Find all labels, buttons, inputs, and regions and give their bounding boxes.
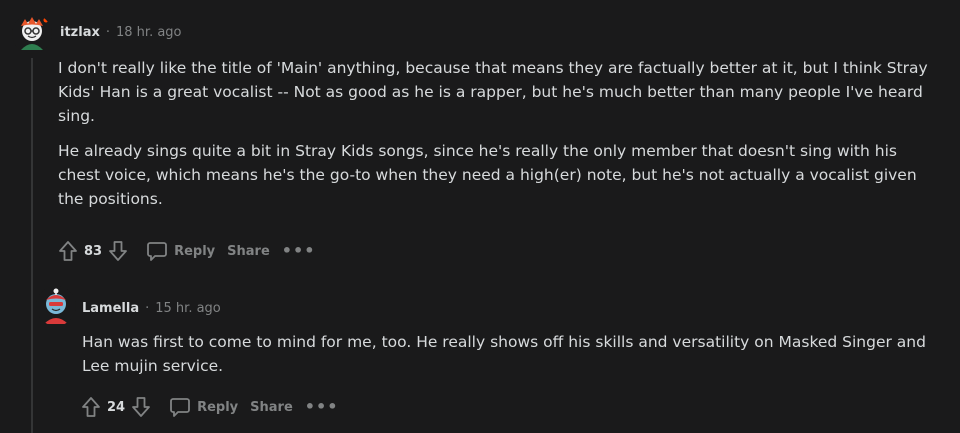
comment-paragraph: Han was first to come to mind for me, to… <box>82 333 926 375</box>
comment-bubble-icon <box>147 242 167 261</box>
meta-separator: · <box>105 25 110 40</box>
avatar-lamella[interactable] <box>36 286 76 326</box>
more-options-button[interactable]: ••• <box>299 399 345 415</box>
downvote-arrow-icon <box>109 241 127 261</box>
comment-thread: itzlax · 18 hr. ago I don't really like … <box>0 0 960 433</box>
meta-separator: · <box>145 301 150 316</box>
more-options-button[interactable]: ••• <box>276 243 322 259</box>
upvote-button[interactable] <box>79 394 103 420</box>
comment-actions: 83 Reply Share ••• <box>56 237 321 265</box>
reply-button[interactable]: Reply <box>163 392 244 422</box>
share-button[interactable]: Share <box>244 396 299 419</box>
comment-actions: 24 Reply Share ••• <box>79 393 344 421</box>
comment-paragraph: I don't really like the title of 'Main' … <box>58 59 928 125</box>
share-label: Share <box>250 399 293 415</box>
avatar-itzlax[interactable] <box>12 14 52 54</box>
thread-line[interactable] <box>31 58 33 433</box>
share-label: Share <box>227 243 270 259</box>
reply-button[interactable]: Reply <box>140 236 221 266</box>
upvote-arrow-icon <box>82 397 100 417</box>
downvote-button[interactable] <box>106 238 130 264</box>
comment-body: Han was first to come to mind for me, to… <box>82 330 942 378</box>
comment-meta: itzlax · 18 hr. ago <box>60 25 182 40</box>
reply-label: Reply <box>197 399 239 415</box>
vote-count: 83 <box>84 243 103 259</box>
comment-paragraph: He already sings quite a bit in Stray Ki… <box>58 142 917 208</box>
username[interactable]: Lamella <box>82 301 139 316</box>
downvote-arrow-icon <box>132 397 150 417</box>
downvote-button[interactable] <box>129 394 153 420</box>
share-button[interactable]: Share <box>221 240 276 263</box>
upvote-arrow-icon <box>59 241 77 261</box>
comment-bubble-icon <box>170 398 190 417</box>
vote-count: 24 <box>107 399 126 415</box>
comment-body: I don't really like the title of 'Main' … <box>58 56 938 211</box>
upvote-button[interactable] <box>56 238 80 264</box>
snoo-avatar-icon <box>36 286 76 326</box>
username[interactable]: itzlax <box>60 25 100 40</box>
timestamp[interactable]: 18 hr. ago <box>116 25 182 40</box>
timestamp[interactable]: 15 hr. ago <box>155 301 221 316</box>
reply-label: Reply <box>174 243 216 259</box>
snoo-avatar-icon <box>12 14 52 54</box>
comment-meta: Lamella · 15 hr. ago <box>82 301 221 316</box>
